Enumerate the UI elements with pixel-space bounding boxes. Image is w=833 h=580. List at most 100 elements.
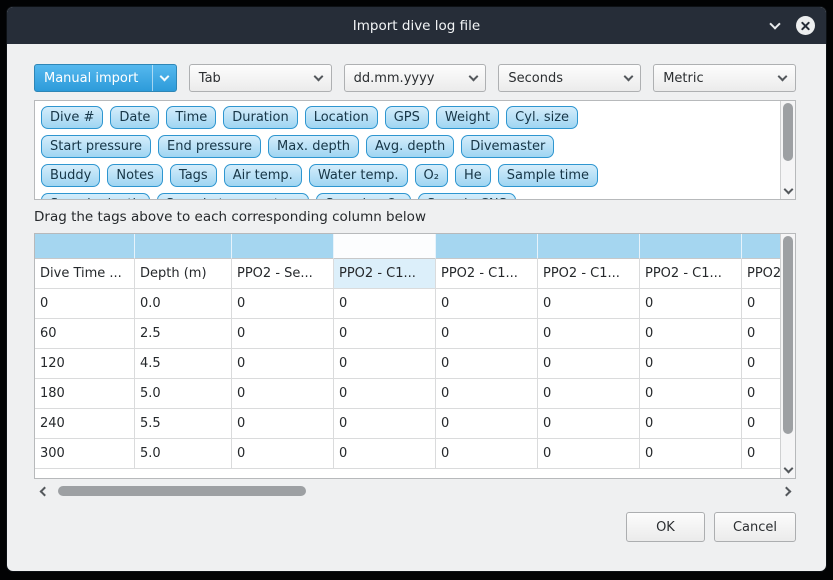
- table-cell: 0: [334, 439, 436, 469]
- tag-sample-temperature[interactable]: Sample temperature: [157, 193, 310, 200]
- scroll-right-button[interactable]: [780, 484, 795, 499]
- tag-max-depth[interactable]: Max. depth: [268, 135, 359, 158]
- tag-air-temp[interactable]: Air temp.: [224, 164, 302, 187]
- table-cell: 5.5: [135, 409, 232, 439]
- table-cell: 0: [538, 379, 640, 409]
- combo-selected-value: Manual import: [44, 71, 138, 86]
- tag-cyl-size[interactable]: Cyl. size: [506, 106, 578, 129]
- table-cell: 0.0: [135, 289, 232, 319]
- dialog-buttons: OK Cancel: [34, 512, 796, 542]
- column-header-5: PPO2 - C1...: [538, 259, 640, 289]
- tag-pool-scrollbar[interactable]: [780, 101, 795, 199]
- combo-units[interactable]: Metric: [653, 64, 796, 92]
- tag-row: Start pressure End pressure Max. depth Avg.…: [41, 135, 773, 158]
- table-cell: 0: [436, 409, 538, 439]
- chevron-down-icon: [769, 18, 780, 29]
- tag-start-pressure[interactable]: Start pressure: [41, 135, 151, 158]
- tag-weight[interactable]: Weight: [436, 106, 499, 129]
- tag-rows: Dive # Date Time Duration Location GPS Weight C…: [35, 101, 795, 200]
- tag-date[interactable]: Date: [110, 106, 159, 129]
- tag-sample-cns[interactable]: Sample CNS: [418, 193, 516, 200]
- tag-o2[interactable]: O₂: [415, 164, 448, 187]
- tag-sample-po2[interactable]: Sample pO₂: [316, 193, 411, 200]
- scroll-left-button[interactable]: [35, 484, 50, 499]
- table-cell: 0: [640, 289, 742, 319]
- table-cell: 0: [538, 319, 640, 349]
- combo-duration-units[interactable]: Seconds: [498, 64, 641, 92]
- tag-time[interactable]: Time: [166, 106, 216, 129]
- import-dive-log-dialog: Import dive log file Manual import Tab dd.…: [6, 6, 827, 572]
- combo-selected-value: dd.mm.yyyy: [354, 71, 435, 86]
- ok-button[interactable]: OK: [626, 512, 705, 542]
- combo-date-format[interactable]: dd.mm.yyyy: [344, 64, 487, 92]
- table-cell: 0: [742, 349, 780, 379]
- table-grid: Dive Time ...Depth (m)PPO2 - Se...PPO2 -…: [35, 234, 780, 478]
- drop-target-6[interactable]: [640, 234, 742, 259]
- table-cell: 0: [232, 409, 334, 439]
- scroll-down-button[interactable]: [781, 462, 795, 477]
- tag-dive[interactable]: Dive #: [41, 106, 103, 129]
- drop-target-2[interactable]: [232, 234, 334, 259]
- window-close-button[interactable]: [796, 16, 815, 35]
- scrollbar-thumb[interactable]: [58, 486, 306, 496]
- column-header-7: PPO2: [742, 259, 780, 289]
- table-cell: 0: [742, 289, 780, 319]
- tag-location[interactable]: Location: [305, 106, 378, 129]
- table-cell: 0: [232, 349, 334, 379]
- drop-target-4[interactable]: [436, 234, 538, 259]
- table-cell: 0: [538, 409, 640, 439]
- drop-target-3[interactable]: [334, 234, 436, 259]
- tag-sample-depth[interactable]: Sample depth: [41, 193, 150, 200]
- table-cell: 0: [640, 319, 742, 349]
- format-toolbar: Manual import Tab dd.mm.yyyy Seconds Metric: [34, 64, 796, 92]
- tag-gps[interactable]: GPS: [385, 106, 429, 129]
- table-row: 2405.5000000: [35, 409, 780, 439]
- table-cell: 0: [742, 439, 780, 469]
- scrollbar-thumb[interactable]: [783, 236, 793, 434]
- drop-target-1[interactable]: [135, 234, 232, 259]
- table-row: 1204.5000000: [35, 349, 780, 379]
- tag-sample-time[interactable]: Sample time: [498, 164, 598, 187]
- tag-avg-depth[interactable]: Avg. depth: [366, 135, 454, 158]
- column-header-0: Dive Time ...: [35, 259, 135, 289]
- scrollbar-thumb[interactable]: [783, 103, 793, 161]
- chevron-down-icon: [152, 65, 176, 91]
- chevron-down-icon: [461, 65, 485, 91]
- chevron-left-icon: [39, 487, 49, 497]
- tag-notes[interactable]: Notes: [107, 164, 163, 187]
- drop-target-7[interactable]: [742, 234, 780, 259]
- table-scrollbar-horizontal[interactable]: [34, 484, 796, 499]
- tag-row: Dive # Date Time Duration Location GPS Weight C…: [41, 106, 773, 129]
- table-cell: 180: [35, 379, 135, 409]
- drop-target-row: [35, 234, 780, 259]
- window-menu-button[interactable]: [766, 17, 784, 35]
- table-cell: 240: [35, 409, 135, 439]
- combo-import-mode[interactable]: Manual import: [34, 64, 177, 92]
- table-cell: 60: [35, 319, 135, 349]
- drop-target-0[interactable]: [35, 234, 135, 259]
- scroll-down-button[interactable]: [781, 183, 795, 198]
- tag-end-pressure[interactable]: End pressure: [158, 135, 261, 158]
- table-cell: 0: [232, 289, 334, 319]
- table-cell: 0: [436, 319, 538, 349]
- table-header-row: Dive Time ...Depth (m)PPO2 - Se...PPO2 -…: [35, 259, 780, 289]
- table-cell: 2.5: [135, 319, 232, 349]
- tag-divemaster[interactable]: Divemaster: [461, 135, 554, 158]
- table-row: 3005.0000000: [35, 439, 780, 469]
- dialog-content: Manual importTabdd.mm.yyyySecondsMetric …: [7, 44, 826, 571]
- tag-duration[interactable]: Duration: [223, 106, 297, 129]
- table-cell: 0: [640, 409, 742, 439]
- titlebar[interactable]: Import dive log file: [7, 7, 826, 44]
- tag-tags[interactable]: Tags: [170, 164, 217, 187]
- combo-field-separator[interactable]: Tab: [189, 64, 332, 92]
- chevron-down-icon: [307, 65, 331, 91]
- table-scrollbar-vertical[interactable]: [780, 234, 795, 478]
- column-header-6: PPO2 - C1...: [640, 259, 742, 289]
- table-row: 602.5000000: [35, 319, 780, 349]
- table-cell: 0: [334, 349, 436, 379]
- tag-water-temp[interactable]: Water temp.: [309, 164, 408, 187]
- drop-target-5[interactable]: [538, 234, 640, 259]
- tag-he[interactable]: He: [455, 164, 491, 187]
- tag-buddy[interactable]: Buddy: [41, 164, 100, 187]
- cancel-button[interactable]: Cancel: [714, 512, 796, 542]
